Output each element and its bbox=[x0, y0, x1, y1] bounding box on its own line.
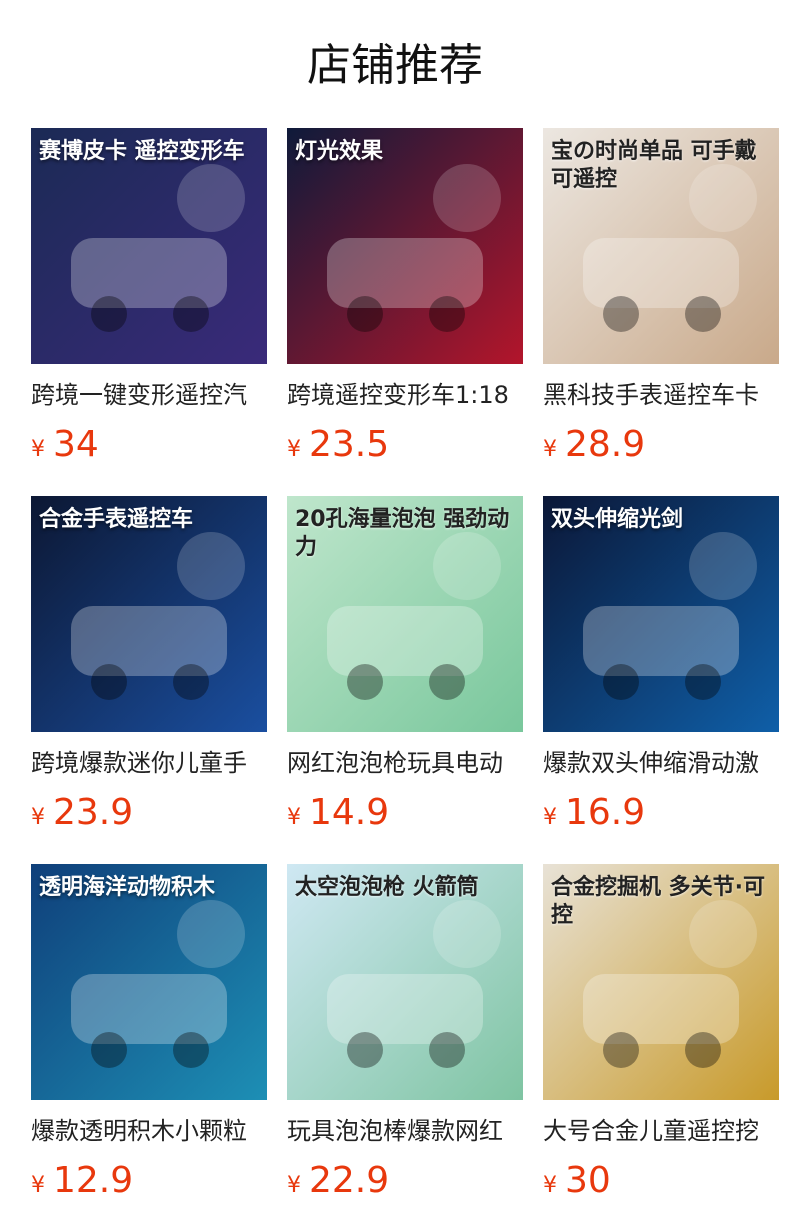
currency-symbol: ¥ bbox=[31, 437, 45, 462]
product-price: 30 bbox=[565, 1160, 611, 1201]
product-image[interactable]: 合金挖掘机 多关节·可控 bbox=[543, 864, 779, 1100]
price-row: ¥22.9 bbox=[287, 1158, 523, 1204]
product-price: 12.9 bbox=[53, 1160, 134, 1201]
product-image[interactable]: 合金手表遥控车 bbox=[31, 496, 267, 732]
product-image[interactable]: 太空泡泡枪 火箭筒 bbox=[287, 864, 523, 1100]
product-grid: 赛博皮卡 遥控变形车跨境一键变形遥控汽 ¥34 灯光效果跨境遥控变形车1:18 ¥23… bbox=[31, 128, 779, 1232]
price-row: ¥14.9 bbox=[287, 790, 523, 836]
product-image-caption: 灯光效果 bbox=[295, 139, 384, 164]
price-row: ¥16.9 bbox=[543, 790, 779, 836]
page-title: 店铺推荐 bbox=[307, 40, 483, 91]
product-image-caption: 透明海洋动物积木 bbox=[39, 875, 216, 900]
product-name[interactable]: 跨境遥控变形车1:18 bbox=[287, 378, 523, 412]
product-image[interactable]: 20孔海量泡泡 强劲动力 bbox=[287, 496, 523, 732]
product-name[interactable]: 跨境一键变形遥控汽 bbox=[31, 378, 267, 412]
price-row: ¥23.5 bbox=[287, 422, 523, 468]
product-image-caption: 赛博皮卡 遥控变形车 bbox=[39, 139, 245, 164]
product-image-caption: 双头伸缩光剑 bbox=[551, 507, 684, 532]
product-image[interactable]: 宝の时尚单品 可手戴可遥控 bbox=[543, 128, 779, 364]
currency-symbol: ¥ bbox=[287, 805, 301, 830]
product-image[interactable]: 赛博皮卡 遥控变形车 bbox=[31, 128, 267, 364]
product-name[interactable]: 爆款透明积木小颗粒 bbox=[31, 1114, 267, 1148]
product-price: 23.9 bbox=[53, 792, 134, 833]
price-row: ¥28.9 bbox=[543, 422, 779, 468]
product-price: 23.5 bbox=[309, 424, 390, 465]
product-price: 28.9 bbox=[565, 424, 646, 465]
price-row: ¥12.9 bbox=[31, 1158, 267, 1204]
store-recommend-page: 店铺推荐 赛博皮卡 遥控变形车跨境一键变形遥控汽 ¥34 灯光效果跨境遥控变形车1:… bbox=[0, 0, 790, 1232]
price-row: ¥34 bbox=[31, 422, 267, 468]
currency-symbol: ¥ bbox=[543, 805, 557, 830]
currency-symbol: ¥ bbox=[543, 437, 557, 462]
product-card[interactable]: 赛博皮卡 遥控变形车跨境一键变形遥控汽 ¥34 bbox=[31, 128, 267, 496]
product-name[interactable]: 跨境爆款迷你儿童手 bbox=[31, 746, 267, 780]
product-image-caption: 宝の时尚单品 可手戴可遥控 bbox=[551, 139, 757, 192]
currency-symbol: ¥ bbox=[31, 805, 45, 830]
product-name[interactable]: 黑科技手表遥控车卡 bbox=[543, 378, 779, 412]
currency-symbol: ¥ bbox=[31, 1173, 45, 1198]
product-image-caption: 合金挖掘机 多关节·可控 bbox=[551, 875, 766, 928]
product-card[interactable]: 透明海洋动物积木爆款透明积木小颗粒 ¥12.9 bbox=[31, 864, 267, 1232]
product-image-caption: 太空泡泡枪 火箭筒 bbox=[295, 875, 479, 900]
product-name[interactable]: 爆款双头伸缩滑动激 bbox=[543, 746, 779, 780]
product-card[interactable]: 太空泡泡枪 火箭筒玩具泡泡棒爆款网红 ¥22.9 bbox=[287, 864, 523, 1232]
product-image-caption: 合金手表遥控车 bbox=[39, 507, 194, 532]
product-price: 34 bbox=[53, 424, 99, 465]
product-name[interactable]: 网红泡泡枪玩具电动 bbox=[287, 746, 523, 780]
product-price: 22.9 bbox=[309, 1160, 390, 1201]
product-price: 16.9 bbox=[565, 792, 646, 833]
product-image[interactable]: 灯光效果 bbox=[287, 128, 523, 364]
product-card[interactable]: 20孔海量泡泡 强劲动力网红泡泡枪玩具电动 ¥14.9 bbox=[287, 496, 523, 864]
product-image-caption: 20孔海量泡泡 强劲动力 bbox=[295, 507, 510, 560]
currency-symbol: ¥ bbox=[287, 1173, 301, 1198]
product-card[interactable]: 合金挖掘机 多关节·可控大号合金儿童遥控挖 ¥30 bbox=[543, 864, 779, 1232]
product-card[interactable]: 合金手表遥控车跨境爆款迷你儿童手 ¥23.9 bbox=[31, 496, 267, 864]
product-card[interactable]: 灯光效果跨境遥控变形车1:18 ¥23.5 bbox=[287, 128, 523, 496]
product-card[interactable]: 双头伸缩光剑爆款双头伸缩滑动激 ¥16.9 bbox=[543, 496, 779, 864]
price-row: ¥30 bbox=[543, 1158, 779, 1204]
product-image[interactable]: 透明海洋动物积木 bbox=[31, 864, 267, 1100]
currency-symbol: ¥ bbox=[543, 1173, 557, 1198]
product-price: 14.9 bbox=[309, 792, 390, 833]
product-name[interactable]: 大号合金儿童遥控挖 bbox=[543, 1114, 779, 1148]
product-name[interactable]: 玩具泡泡棒爆款网红 bbox=[287, 1114, 523, 1148]
price-row: ¥23.9 bbox=[31, 790, 267, 836]
product-card[interactable]: 宝の时尚单品 可手戴可遥控黑科技手表遥控车卡 ¥28.9 bbox=[543, 128, 779, 496]
product-image[interactable]: 双头伸缩光剑 bbox=[543, 496, 779, 732]
currency-symbol: ¥ bbox=[287, 437, 301, 462]
